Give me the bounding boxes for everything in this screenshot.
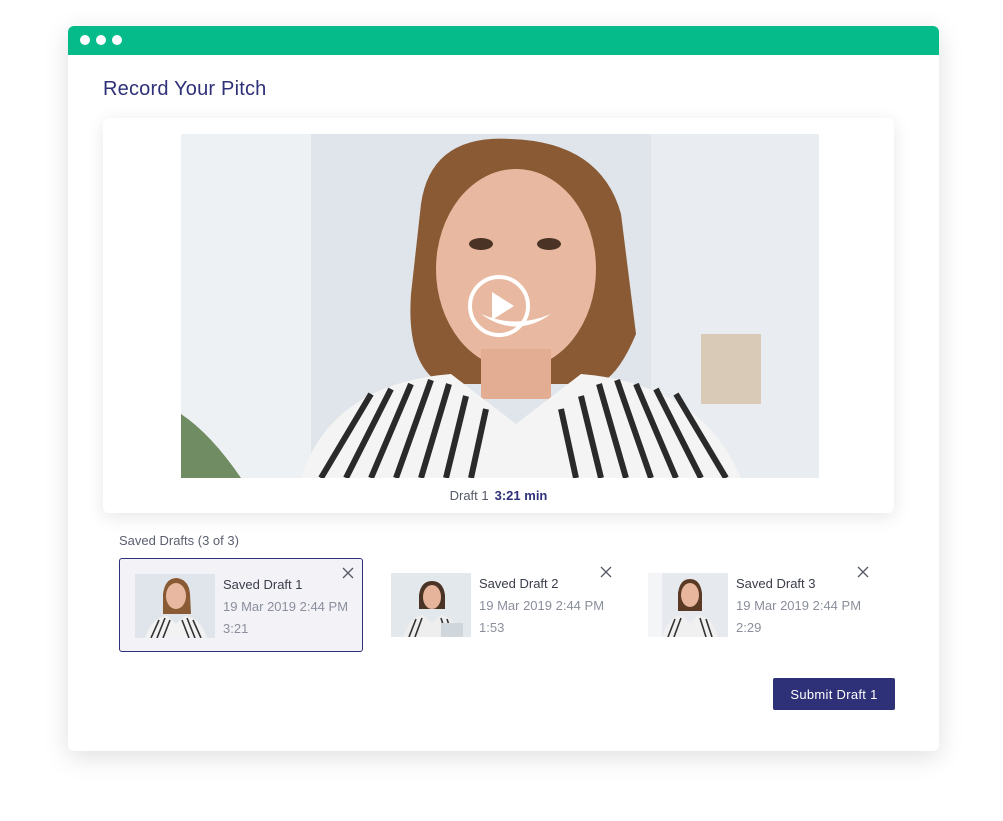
- draft-date: 19 Mar 2019 2:44 PM: [479, 598, 605, 613]
- draft-thumbnail: [135, 574, 215, 638]
- draft-name: Saved Draft 3: [736, 576, 816, 591]
- video-draft-label: Draft 1: [449, 488, 489, 503]
- app-window: Record Your Pitch Draft 1 3:21 min Saved…: [68, 26, 939, 751]
- window-titlebar: [68, 26, 939, 55]
- close-icon[interactable]: [857, 566, 869, 578]
- draft-thumbnail: [648, 573, 728, 637]
- close-icon[interactable]: [600, 566, 612, 578]
- draft-duration: 1:53: [479, 620, 505, 635]
- draft-date: 19 Mar 2019 2:44 PM: [736, 598, 862, 613]
- draft-duration: 3:21: [223, 621, 249, 636]
- saved-draft-card[interactable]: Saved Draft 2 19 Mar 2019 2:44 PM 1:53: [376, 558, 620, 652]
- saved-draft-card[interactable]: Saved Draft 3 19 Mar 2019 2:44 PM 2:29: [633, 558, 877, 652]
- window-control-dot[interactable]: [112, 35, 122, 45]
- video-player[interactable]: [181, 134, 819, 478]
- saved-drafts-heading: Saved Drafts (3 of 3): [119, 533, 239, 548]
- window-control-dot[interactable]: [80, 35, 90, 45]
- draft-name: Saved Draft 2: [479, 576, 559, 591]
- video-caption: Draft 1 3:21 min: [103, 488, 894, 503]
- window-control-dot[interactable]: [96, 35, 106, 45]
- draft-name: Saved Draft 1: [223, 577, 303, 592]
- play-circle-icon[interactable]: [467, 274, 531, 338]
- page-title: Record Your Pitch: [103, 78, 267, 100]
- draft-thumbnail: [391, 573, 471, 637]
- close-icon[interactable]: [342, 567, 354, 579]
- submit-draft-button[interactable]: Submit Draft 1: [773, 678, 895, 710]
- draft-date: 19 Mar 2019 2:44 PM: [223, 599, 349, 614]
- video-duration: 3:21 min: [494, 488, 548, 503]
- draft-duration: 2:29: [736, 620, 762, 635]
- video-player-card: Draft 1 3:21 min: [103, 118, 894, 513]
- saved-draft-card[interactable]: Saved Draft 1 19 Mar 2019 2:44 PM 3:21: [119, 558, 363, 652]
